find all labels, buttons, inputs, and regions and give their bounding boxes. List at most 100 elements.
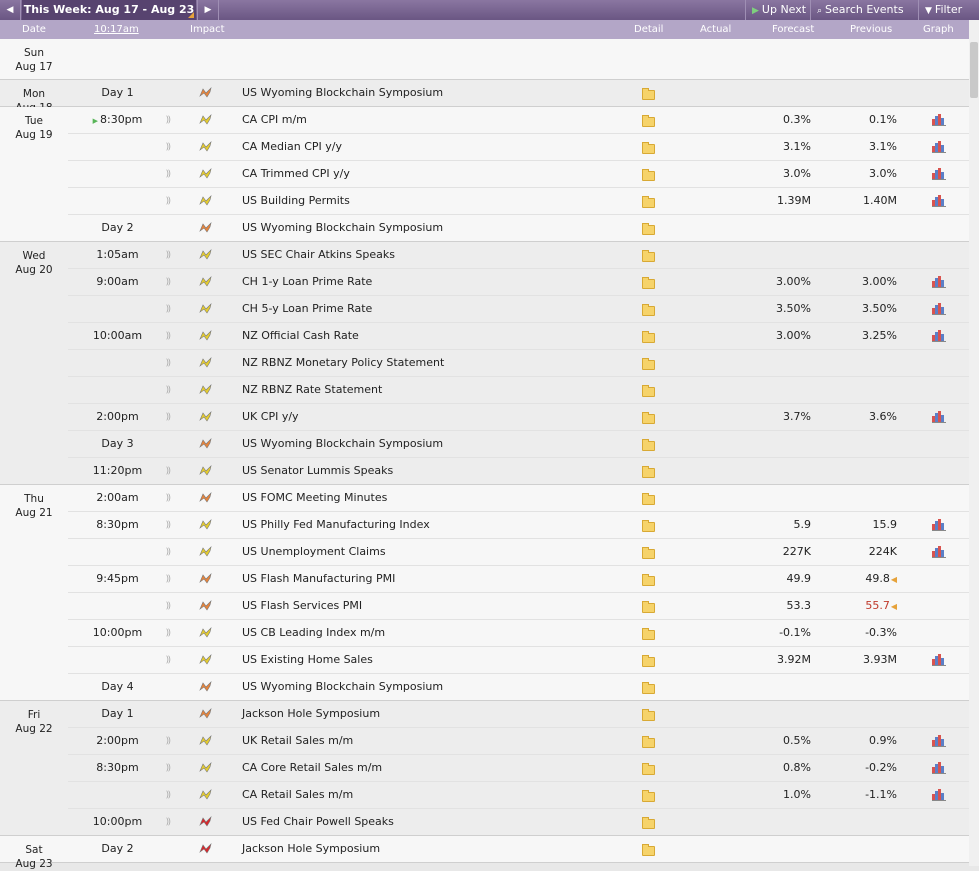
- event-row[interactable]: 8:30pm ⸩ CA Core Retail Sales m/m 0.8% -0.2%: [68, 754, 969, 781]
- impact-low-icon[interactable]: [199, 546, 212, 557]
- event-impact[interactable]: [199, 701, 215, 727]
- event-detail[interactable]: [641, 161, 655, 187]
- folder-icon[interactable]: [642, 277, 655, 289]
- event-row[interactable]: ⸩ US Flash Services PMI 53.3 55.7◀: [68, 592, 969, 619]
- event-impact[interactable]: [199, 134, 215, 160]
- event-graph[interactable]: [932, 134, 948, 160]
- event-row[interactable]: Day 2 US Wyoming Blockchain Symposium: [68, 214, 969, 241]
- event-row[interactable]: ⸩ CA Median CPI y/y 3.1% 3.1%: [68, 133, 969, 160]
- event-row[interactable]: 9:45pm ⸩ US Flash Manufacturing PMI 49.9 49.…: [68, 565, 969, 592]
- sound-icon[interactable]: ⸩: [166, 647, 176, 673]
- impact-medium-icon[interactable]: [199, 573, 212, 584]
- event-impact[interactable]: [199, 809, 215, 835]
- event-detail[interactable]: [641, 809, 655, 835]
- event-impact[interactable]: [199, 431, 215, 457]
- impact-medium-icon[interactable]: [199, 708, 212, 719]
- event-graph[interactable]: [932, 323, 948, 349]
- event-name[interactable]: Jackson Hole Symposium: [242, 836, 380, 862]
- event-name[interactable]: NZ RBNZ Monetary Policy Statement: [242, 350, 444, 376]
- event-row[interactable]: ⸩ CH 5-y Loan Prime Rate 3.50% 3.50%: [68, 295, 969, 322]
- event-row[interactable]: 10:00am ⸩ NZ Official Cash Rate 3.00% 3.25%: [68, 322, 969, 349]
- graph-icon[interactable]: [932, 113, 946, 126]
- sound-icon[interactable]: ⸩: [166, 377, 176, 403]
- sound-icon[interactable]: ⸩: [166, 269, 176, 295]
- event-impact[interactable]: [199, 215, 215, 241]
- event-row[interactable]: 11:20pm ⸩ US Senator Lummis Speaks: [68, 457, 969, 484]
- event-name[interactable]: NZ RBNZ Rate Statement: [242, 377, 382, 403]
- impact-low-icon[interactable]: [199, 195, 212, 206]
- previous-week-icon[interactable]: ◀: [0, 0, 21, 20]
- event-row[interactable]: ⸩ NZ RBNZ Monetary Policy Statement: [68, 349, 969, 376]
- event-impact[interactable]: [199, 620, 215, 646]
- event-detail[interactable]: [641, 107, 655, 133]
- sound-icon[interactable]: ⸩: [166, 809, 176, 835]
- event-detail[interactable]: [641, 620, 655, 646]
- revision-indicator-icon[interactable]: ◀: [891, 575, 897, 584]
- event-impact[interactable]: [199, 566, 215, 592]
- up-next-button[interactable]: ▶ Up Next: [745, 0, 812, 20]
- event-impact[interactable]: [199, 458, 215, 484]
- impact-low-icon[interactable]: [199, 762, 212, 773]
- sound-icon[interactable]: ⸩: [166, 485, 176, 511]
- folder-icon[interactable]: [642, 709, 655, 721]
- graph-icon[interactable]: [932, 302, 946, 315]
- event-name[interactable]: US Philly Fed Manufacturing Index: [242, 512, 430, 538]
- event-detail[interactable]: [641, 701, 655, 727]
- graph-icon[interactable]: [932, 410, 946, 423]
- revision-indicator-icon[interactable]: ◀: [891, 602, 897, 611]
- folder-icon[interactable]: [642, 385, 655, 397]
- event-impact[interactable]: [199, 269, 215, 295]
- impact-low-icon[interactable]: [199, 357, 212, 368]
- filter-button[interactable]: ▼ Filter: [918, 0, 968, 20]
- event-detail[interactable]: [641, 728, 655, 754]
- event-graph[interactable]: [932, 188, 948, 214]
- folder-icon[interactable]: [642, 547, 655, 559]
- event-detail[interactable]: [641, 458, 655, 484]
- event-graph[interactable]: [932, 404, 948, 430]
- folder-icon[interactable]: [642, 601, 655, 613]
- impact-low-icon[interactable]: [199, 249, 212, 260]
- event-name[interactable]: UK CPI y/y: [242, 404, 299, 430]
- impact-low-icon[interactable]: [199, 303, 212, 314]
- event-name[interactable]: US Wyoming Blockchain Symposium: [242, 215, 443, 241]
- impact-low-icon[interactable]: [199, 735, 212, 746]
- sound-icon[interactable]: ⸩: [166, 404, 176, 430]
- event-detail[interactable]: [641, 377, 655, 403]
- impact-medium-icon[interactable]: [199, 438, 212, 449]
- event-graph[interactable]: [932, 107, 948, 133]
- folder-icon[interactable]: [642, 817, 655, 829]
- event-name[interactable]: Jackson Hole Symposium: [242, 701, 380, 727]
- folder-icon[interactable]: [642, 331, 655, 343]
- impact-high-icon[interactable]: [199, 816, 212, 827]
- event-impact[interactable]: [199, 404, 215, 430]
- graph-icon[interactable]: [932, 788, 946, 801]
- event-graph[interactable]: [932, 512, 948, 538]
- event-name[interactable]: CA Median CPI y/y: [242, 134, 342, 160]
- week-selector[interactable]: This Week: Aug 17 - Aug 23: [22, 0, 196, 20]
- impact-low-icon[interactable]: [199, 627, 212, 638]
- folder-icon[interactable]: [642, 844, 655, 856]
- event-row[interactable]: ⸩ NZ RBNZ Rate Statement: [68, 376, 969, 403]
- scrollbar-thumb[interactable]: [970, 42, 978, 98]
- event-row[interactable]: 10:00pm ⸩ US CB Leading Index m/m -0.1% -0.3…: [68, 619, 969, 646]
- event-graph[interactable]: [932, 782, 948, 808]
- event-detail[interactable]: [641, 269, 655, 295]
- graph-icon[interactable]: [932, 140, 946, 153]
- impact-low-icon[interactable]: [199, 141, 212, 152]
- event-impact[interactable]: [199, 377, 215, 403]
- event-graph[interactable]: [932, 539, 948, 565]
- folder-icon[interactable]: [642, 736, 655, 748]
- event-row[interactable]: 10:00pm ⸩ US Fed Chair Powell Speaks: [68, 808, 969, 835]
- event-detail[interactable]: [641, 350, 655, 376]
- event-row[interactable]: 2:00pm ⸩ UK CPI y/y 3.7% 3.6%: [68, 403, 969, 430]
- event-impact[interactable]: [199, 242, 215, 268]
- impact-low-icon[interactable]: [199, 168, 212, 179]
- event-name[interactable]: US Wyoming Blockchain Symposium: [242, 431, 443, 457]
- sound-icon[interactable]: ⸩: [166, 755, 176, 781]
- event-detail[interactable]: [641, 215, 655, 241]
- impact-low-icon[interactable]: [199, 276, 212, 287]
- event-detail[interactable]: [641, 485, 655, 511]
- event-graph[interactable]: [932, 647, 948, 673]
- event-detail[interactable]: [641, 755, 655, 781]
- event-row[interactable]: Day 2 Jackson Hole Symposium: [68, 836, 969, 862]
